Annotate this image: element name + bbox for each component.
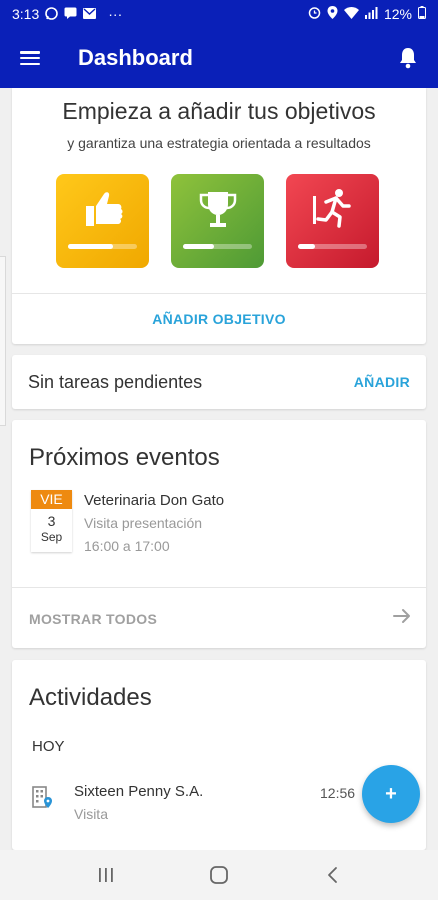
activity-type: Visita [74,806,108,822]
goal-tile-running[interactable] [286,174,379,268]
event-month: Sep [40,530,63,544]
message-icon [64,7,77,21]
goal-progress-fill [68,244,113,249]
menu-icon[interactable] [0,28,60,88]
activity-time: 12:56 [320,785,356,801]
event-day-of-week: VIE [31,490,72,509]
page-title: Dashboard [78,45,193,70]
running-person-icon [313,189,351,228]
signal-icon [364,6,378,22]
goals-title: Empieza a añadir tus objetivos [62,98,376,124]
goals-subtitle: y garantiza una estrategia orientada a r… [67,135,371,151]
goal-progress-fill [298,244,316,249]
building-location-icon [32,785,54,814]
add-fab-button[interactable]: + [362,765,420,823]
goal-tile-trophy[interactable] [171,174,264,268]
activities-card: Actividades HOY Sixteen Penny S.A. Visit… [12,660,426,850]
wifi-icon [343,6,359,22]
goal-progress-track [183,244,252,249]
event-type: Visita presentación [84,515,203,531]
alarm-icon [308,6,321,22]
goals-card: Empieza a añadir tus objetivos y garanti… [12,88,426,344]
battery-icon [418,6,426,22]
goal-progress-track [68,244,137,249]
event-time: 16:00 a 17:00 [84,538,170,554]
arrow-right-icon[interactable] [392,606,412,631]
trophy-icon [199,192,237,227]
whatsapp-icon [45,6,59,22]
add-task-button[interactable]: AÑADIR [354,374,410,390]
show-all-button[interactable]: MOSTRAR TODOS [29,611,157,627]
goal-tile-thumbs-up[interactable] [56,174,149,268]
tasks-card: Sin tareas pendientes AÑADIR [12,355,426,409]
goal-tiles [56,174,379,268]
location-icon [327,6,338,22]
event-name[interactable]: Veterinaria Don Gato [84,492,224,509]
status-time: 3:13 [12,6,40,22]
bell-icon[interactable] [378,28,438,88]
thumbs-up-icon [86,192,123,226]
gmail-icon [83,7,97,21]
event-day: 3 [47,513,56,529]
tasks-empty-label: Sin tareas pendientes [28,371,203,392]
recents-icon[interactable] [86,855,126,895]
dashboard-content[interactable]: Empieza a añadir tus objetivos y garanti… [0,88,438,850]
side-drawer-edge[interactable] [0,256,6,426]
battery-text: 12% [383,6,412,22]
overflow-icon: ··· [108,6,123,22]
add-goal-button[interactable]: AÑADIR OBJETIVO [12,294,426,344]
goal-progress-track [298,244,367,249]
activity-name[interactable]: Sixteen Penny S.A. [74,783,203,800]
goal-progress-fill [183,244,215,249]
activities-day-label: HOY [32,738,65,755]
back-icon[interactable] [312,855,352,895]
status-bar: 3:13 ··· 12% [0,0,438,28]
activities-title: Actividades [29,684,152,711]
divider [12,587,426,588]
home-icon[interactable] [199,855,239,895]
events-title: Próximos eventos [29,444,220,471]
events-card: Próximos eventos VIE 3 Sep Veterinaria D… [12,420,426,648]
system-nav-bar [0,850,438,900]
event-date-badge[interactable]: VIE 3 Sep [31,490,72,552]
app-bar: Dashboard [0,28,438,88]
